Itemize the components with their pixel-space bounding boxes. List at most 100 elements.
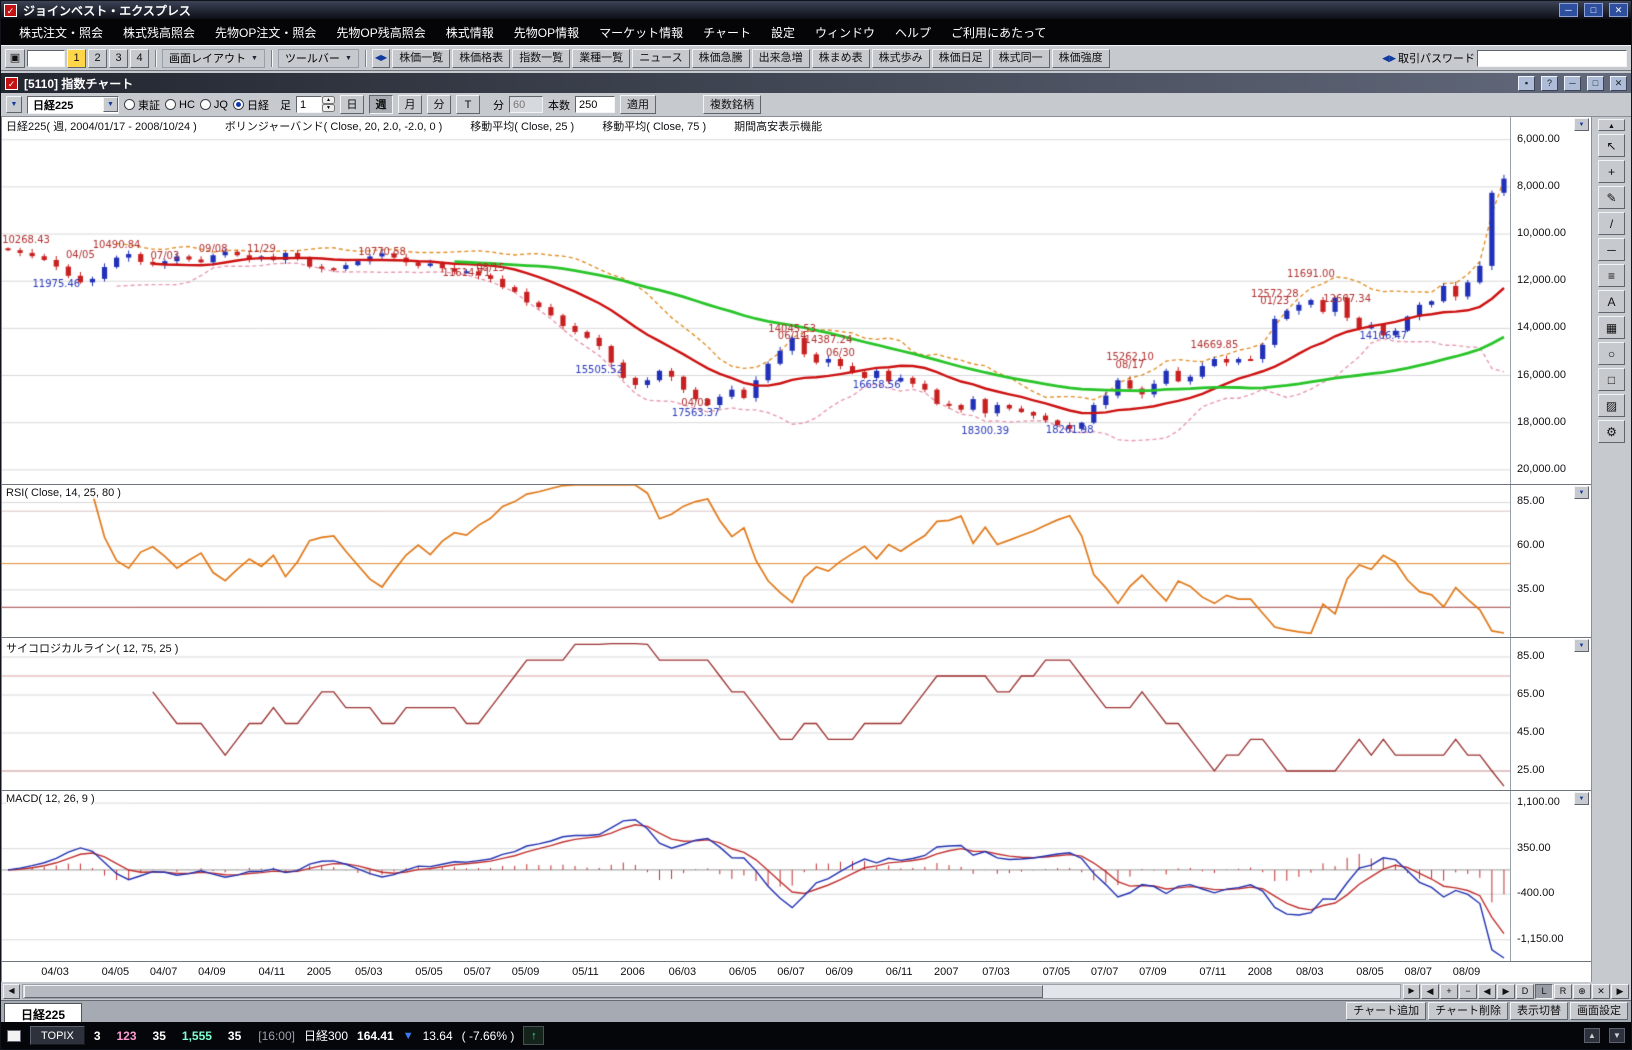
mode-l-button[interactable]: L bbox=[1535, 984, 1553, 999]
step-forward-button[interactable]: ▶ bbox=[1497, 984, 1515, 999]
menu-item-9[interactable]: ウィンドウ bbox=[805, 21, 885, 44]
fibonacci-icon[interactable]: ≡ bbox=[1598, 264, 1625, 287]
menu-item-0[interactable]: 株式注文・照会 bbox=[9, 21, 113, 44]
menu-item-1[interactable]: 株式残高照会 bbox=[113, 21, 205, 44]
multi-symbol-button[interactable]: 複数銘柄 bbox=[703, 95, 761, 114]
period-minute-button[interactable]: 分 bbox=[427, 95, 451, 114]
market-radio-jq[interactable]: JQ bbox=[200, 99, 228, 111]
ticker-down-icon[interactable]: ▼ bbox=[1609, 1028, 1625, 1043]
menu-item-11[interactable]: ご利用にあたって bbox=[941, 21, 1056, 44]
crosshair-icon[interactable]: + bbox=[1598, 160, 1625, 183]
rectangle-icon[interactable]: □ bbox=[1598, 368, 1625, 391]
period-week-button[interactable]: 週 bbox=[369, 95, 393, 114]
mode-d-button[interactable]: D bbox=[1516, 984, 1534, 999]
symbol-list-icon[interactable]: ▼ bbox=[6, 96, 22, 113]
window-close-icon[interactable]: ✕ bbox=[1610, 76, 1627, 91]
app-titlebar[interactable]: ✓ ジョインベスト・エクスプレス ─ □ ✕ bbox=[1, 1, 1631, 19]
select-arrow-icon[interactable]: ↖ bbox=[1598, 134, 1625, 157]
period-day-button[interactable]: 日 bbox=[340, 95, 364, 114]
toolbar-view-button-9[interactable]: 株価日足 bbox=[932, 49, 990, 68]
panel-dropdown-icon[interactable]: ▼ bbox=[1574, 639, 1589, 652]
scroll-ticker-up-icon[interactable]: ↑ bbox=[523, 1026, 544, 1045]
status-checkbox[interactable] bbox=[7, 1030, 21, 1042]
text-icon[interactable]: A bbox=[1598, 290, 1625, 313]
trendline-icon[interactable]: / bbox=[1598, 212, 1625, 235]
panel-dropdown-icon[interactable]: ▼ bbox=[1574, 486, 1589, 499]
toolbar-view-button-7[interactable]: 株まめ表 bbox=[812, 49, 870, 68]
toolbar-view-button-0[interactable]: 株価一覧 bbox=[392, 49, 450, 68]
trade-password-input[interactable] bbox=[1477, 50, 1627, 67]
market-radio-tosho[interactable]: 東証 bbox=[124, 97, 160, 113]
spin-up-icon[interactable]: ▲ bbox=[322, 96, 335, 104]
panel-dropdown-icon[interactable]: ▼ bbox=[1574, 118, 1589, 131]
toolbar-view-button-11[interactable]: 株価強度 bbox=[1052, 49, 1110, 68]
layout-1-button[interactable]: 1 bbox=[67, 49, 86, 68]
screen-settings-button[interactable]: 画面設定 bbox=[1570, 1002, 1628, 1020]
toolbar-menu[interactable]: ツールバー▼ bbox=[278, 49, 359, 68]
window-maximize-icon[interactable]: □ bbox=[1587, 76, 1604, 91]
bar-count-input[interactable] bbox=[575, 96, 615, 113]
menu-item-2[interactable]: 先物OP注文・照会 bbox=[205, 21, 326, 44]
scroll-left-icon[interactable]: ◀ bbox=[3, 984, 20, 999]
minimize-icon[interactable]: ─ bbox=[1559, 3, 1578, 17]
window-minimize-icon[interactable]: ─ bbox=[1564, 76, 1581, 91]
layout-4-button[interactable]: 4 bbox=[130, 49, 149, 68]
maximize-icon[interactable]: □ bbox=[1584, 3, 1603, 17]
menu-item-4[interactable]: 株式情報 bbox=[436, 21, 504, 44]
add-chart-button[interactable]: チャート追加 bbox=[1346, 1002, 1426, 1020]
horizontal-line-icon[interactable]: ─ bbox=[1598, 238, 1625, 261]
close-chart-button[interactable]: ✕ bbox=[1592, 984, 1610, 999]
eraser-icon[interactable]: ▨ bbox=[1598, 394, 1625, 417]
scrollbar-thumb[interactable] bbox=[24, 985, 1043, 998]
layout-3-button[interactable]: 3 bbox=[109, 49, 128, 68]
zoom-out-button[interactable]: − bbox=[1459, 984, 1477, 999]
rsi-chart-canvas[interactable] bbox=[2, 485, 1510, 637]
menu-item-10[interactable]: ヘルプ bbox=[885, 21, 941, 44]
apply-button[interactable]: 適用 bbox=[620, 95, 656, 114]
period-month-button[interactable]: 月 bbox=[398, 95, 422, 114]
layout-monitor-icon[interactable]: ▣ bbox=[5, 49, 25, 68]
spin-down-icon[interactable]: ▼ bbox=[322, 104, 335, 112]
magnifier-button[interactable]: ⊕ bbox=[1573, 984, 1591, 999]
help-icon[interactable]: ? bbox=[1541, 76, 1558, 91]
close-icon[interactable]: ✕ bbox=[1609, 3, 1628, 17]
ticker-up-icon[interactable]: ▲ bbox=[1584, 1028, 1600, 1043]
toolbar-view-button-8[interactable]: 株式歩み bbox=[872, 49, 930, 68]
circle-icon[interactable]: ○ bbox=[1598, 342, 1625, 365]
period-tick-button[interactable]: T bbox=[456, 95, 480, 114]
toolbar-view-button-3[interactable]: 業種一覧 bbox=[572, 49, 630, 68]
screen-layout-menu[interactable]: 画面レイアウト▼ bbox=[162, 49, 265, 68]
market-radio-hc[interactable]: HC bbox=[165, 99, 195, 111]
menu-item-6[interactable]: マーケット情報 bbox=[589, 21, 693, 44]
zoom-in-button[interactable]: + bbox=[1440, 984, 1458, 999]
ashi-count-input[interactable] bbox=[296, 96, 322, 113]
minute-interval-input[interactable] bbox=[509, 96, 543, 113]
tab-nikkei225[interactable]: 日経225 bbox=[4, 1003, 82, 1022]
toolbar-view-button-6[interactable]: 出来急増 bbox=[752, 49, 810, 68]
scrollbar-track[interactable] bbox=[22, 984, 1401, 999]
remove-chart-button[interactable]: チャート削除 bbox=[1428, 1002, 1508, 1020]
toolbar-view-button-1[interactable]: 株価格表 bbox=[452, 49, 510, 68]
toolbar-view-button-5[interactable]: 株価急騰 bbox=[692, 49, 750, 68]
settings-icon[interactable]: ⚙ bbox=[1598, 420, 1625, 443]
toolbar-view-button-4[interactable]: ニュース bbox=[632, 49, 689, 68]
layout-2-button[interactable]: 2 bbox=[88, 49, 107, 68]
topix-selector[interactable]: TOPIX bbox=[30, 1026, 85, 1045]
scroll-right-icon[interactable]: ▶ bbox=[1403, 984, 1420, 999]
menu-item-8[interactable]: 設定 bbox=[761, 21, 805, 44]
layout-name-input[interactable] bbox=[27, 50, 65, 67]
macd-chart-canvas[interactable] bbox=[2, 791, 1510, 961]
menu-item-5[interactable]: 先物OP情報 bbox=[504, 21, 589, 44]
panel-dropdown-icon[interactable]: ▼ bbox=[1574, 792, 1589, 805]
toolbar-view-button-10[interactable]: 株式同一 bbox=[992, 49, 1050, 68]
symbol-select[interactable]: 日経225 ▼ bbox=[27, 96, 119, 114]
scroll-right-end-button[interactable]: ▶ bbox=[1611, 984, 1629, 999]
tools-scroll-up-icon[interactable]: ▲ bbox=[1598, 119, 1625, 131]
scroll-left-end-button[interactable]: ◀ bbox=[1421, 984, 1439, 999]
step-back-button[interactable]: ◀ bbox=[1478, 984, 1496, 999]
market-radio-nikkei[interactable]: 日経 bbox=[233, 97, 269, 113]
toolbar-view-button-2[interactable]: 指数一覧 bbox=[512, 49, 570, 68]
pin-icon[interactable]: ▪ bbox=[1518, 76, 1535, 91]
toggle-view-button[interactable]: 表示切替 bbox=[1510, 1002, 1568, 1020]
menu-item-7[interactable]: チャート bbox=[693, 21, 761, 44]
